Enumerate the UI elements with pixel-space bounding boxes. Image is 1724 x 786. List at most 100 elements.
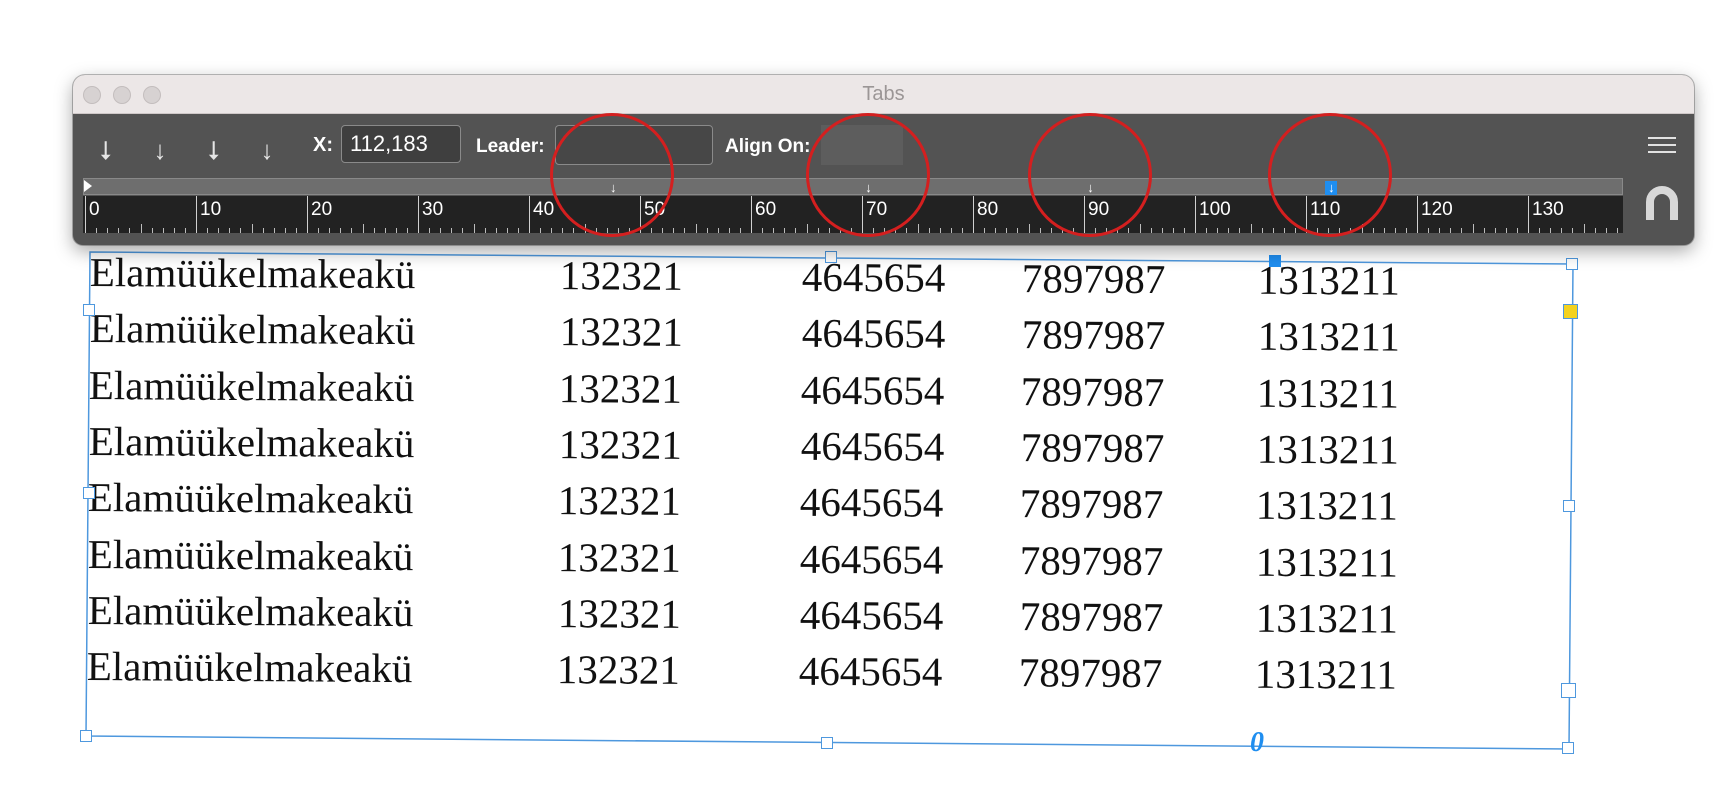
panel-menu-icon[interactable] xyxy=(1648,137,1676,157)
left-justified-tab-button[interactable]: ⭣ xyxy=(91,132,121,168)
row-value: 1313211 xyxy=(1257,313,1400,360)
tabs-panel: Tabs ⭣ ↓ ⭣ ↓ X: Leader: Align On: ↓ ↓ ↓ ↓ 0… xyxy=(73,75,1694,245)
right-justified-tab-button[interactable]: ⭣ xyxy=(199,132,229,168)
ruler-tick xyxy=(184,228,186,233)
align-on-label: Align On: xyxy=(725,136,811,157)
ruler-tick xyxy=(1405,228,1407,233)
center-justified-tab-button[interactable]: ↓ xyxy=(145,132,175,168)
row-value: 132321 xyxy=(556,646,681,694)
ruler-tick xyxy=(1150,228,1152,233)
tab-ruler[interactable]: 0 10 20 30 40 50 60 70 80 90 100 110 120 130 xyxy=(83,196,1623,233)
ruler-tick xyxy=(751,196,752,233)
ruler-tick xyxy=(1383,228,1385,233)
panel-title: Tabs xyxy=(862,83,905,105)
ruler-tick xyxy=(995,228,997,233)
ruler-tick xyxy=(318,228,320,233)
ruler-tick xyxy=(1516,228,1518,233)
ruler-tick xyxy=(1583,224,1585,233)
frame-handle-right-middle[interactable] xyxy=(1563,500,1575,512)
ruler-tick xyxy=(129,228,131,233)
ruler-tick xyxy=(196,196,197,233)
ruler-tick xyxy=(1417,196,1418,233)
ruler-tick xyxy=(1239,228,1241,233)
out-port-handle[interactable] xyxy=(1561,683,1576,698)
frame-handle-left-top[interactable] xyxy=(83,304,95,316)
ruler-tick xyxy=(673,228,675,233)
ruler-tick xyxy=(784,228,786,233)
tab-stop-marker[interactable]: ↓ xyxy=(1325,181,1338,195)
leader-input[interactable] xyxy=(555,125,713,165)
frame-handle-top-right[interactable] xyxy=(1566,258,1578,270)
ruler-tick xyxy=(562,228,564,233)
frame-handle-top-middle[interactable] xyxy=(825,251,837,263)
align-to-decimal-tab-icon: ↓ xyxy=(260,135,274,165)
tab-stop-marker[interactable]: ↓ xyxy=(1085,181,1097,195)
left-indent-marker[interactable] xyxy=(84,180,92,192)
ruler-tick xyxy=(628,228,630,233)
overset-indicator[interactable]: 0 xyxy=(1250,727,1264,759)
ruler-tick xyxy=(1161,228,1163,233)
row-label: Elamüükelmakeakü xyxy=(88,361,415,410)
panel-titlebar[interactable]: Tabs xyxy=(73,75,1694,114)
center-justified-tab-icon: ↓ xyxy=(153,135,167,165)
ruler-tick xyxy=(207,228,209,233)
ruler-tick xyxy=(850,228,852,233)
ruler-tick xyxy=(1017,228,1019,233)
ruler-tick xyxy=(1217,228,1219,233)
tab-stop-marker[interactable]: ↓ xyxy=(863,181,875,195)
frame-handle-bottom-middle[interactable] xyxy=(821,737,833,749)
tab-stop-marker[interactable]: ↓ xyxy=(607,181,619,195)
ruler-tick xyxy=(1006,228,1008,233)
align-to-decimal-tab-button[interactable]: ↓ xyxy=(252,132,282,168)
row-value: 1313211 xyxy=(1256,481,1399,529)
in-port-handle[interactable] xyxy=(1269,255,1281,267)
ruler-tick xyxy=(1050,228,1052,233)
leader-label: Leader: xyxy=(476,136,545,157)
align-on-input[interactable] xyxy=(821,125,903,165)
ruler-tick xyxy=(1361,224,1363,233)
ruler-label: 120 xyxy=(1421,199,1453,220)
tab-stop-strip[interactable]: ↓ ↓ ↓ ↓ xyxy=(83,178,1623,195)
ruler-tick xyxy=(418,196,419,233)
ruler-tick xyxy=(1117,228,1119,233)
row-value: 4645654 xyxy=(799,535,944,583)
ruler-tick xyxy=(284,228,286,233)
ruler-tick xyxy=(584,224,586,233)
ruler-tick xyxy=(406,228,408,233)
ruler-tick xyxy=(906,228,908,233)
row-value: 132321 xyxy=(559,252,683,299)
corner-options-handle[interactable] xyxy=(1563,304,1578,319)
ruler-tick xyxy=(373,228,375,233)
ruler-tick xyxy=(706,228,708,233)
ruler-tick xyxy=(85,196,86,233)
position-panel-above-frame-icon[interactable] xyxy=(1644,184,1680,224)
ruler-tick xyxy=(817,228,819,233)
ruler-tick xyxy=(517,228,519,233)
row-value: 1313211 xyxy=(1256,425,1399,473)
frame-handle-bottom-right[interactable] xyxy=(1562,742,1574,754)
ruler-tick xyxy=(717,228,719,233)
x-position-input[interactable] xyxy=(341,125,461,163)
ruler-tick xyxy=(1461,228,1463,233)
ruler-tick xyxy=(173,228,175,233)
ruler-tick xyxy=(162,228,164,233)
row-label: Elamüükelmakeakü xyxy=(86,643,413,692)
ruler-tick xyxy=(1072,228,1074,233)
ruler-tick xyxy=(151,228,153,233)
ruler-tick xyxy=(762,228,764,233)
ruler-tick xyxy=(839,228,841,233)
ruler-tick xyxy=(1272,228,1274,233)
ruler-tick xyxy=(684,228,686,233)
frame-handle-bottom-left[interactable] xyxy=(80,730,92,742)
ruler-tick xyxy=(928,228,930,233)
ruler-tick xyxy=(229,228,231,233)
ruler-tick xyxy=(1450,228,1452,233)
ruler-tick xyxy=(651,228,653,233)
ruler-tick xyxy=(473,224,475,233)
ruler-tick xyxy=(1572,228,1574,233)
frame-handle-left-middle[interactable] xyxy=(83,487,95,499)
ruler-tick xyxy=(140,224,142,233)
ruler-tick xyxy=(251,224,253,233)
row-value: 132321 xyxy=(557,589,681,637)
ruler-tick xyxy=(662,228,664,233)
